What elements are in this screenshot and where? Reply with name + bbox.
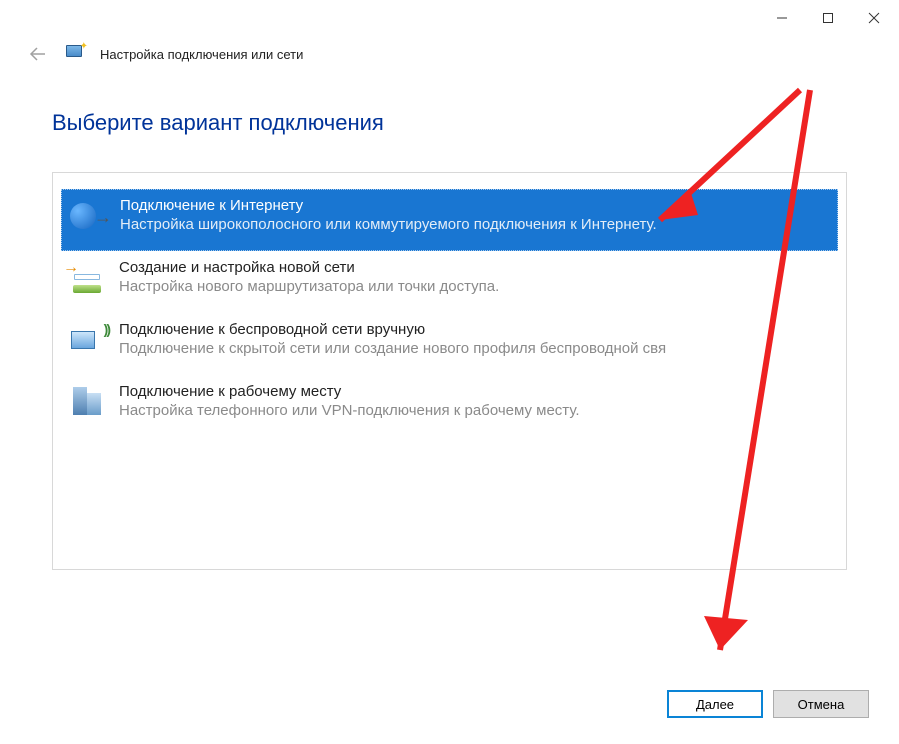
option-desc: Настройка нового маршрутизатора или точк… [119, 278, 830, 295]
option-title: Подключение к беспроводной сети вручную [119, 321, 830, 338]
close-icon [867, 11, 881, 25]
footer: Далее Отмена [0, 672, 899, 744]
next-button[interactable]: Далее [667, 690, 763, 718]
options-list: Подключение к Интернету Настройка широко… [52, 172, 847, 570]
globe-icon [70, 197, 110, 237]
option-workplace[interactable]: Подключение к рабочему месту Настройка т… [59, 375, 840, 437]
wifi-icon [69, 321, 109, 361]
cancel-button[interactable]: Отмена [773, 690, 869, 718]
network-wizard-icon: ✦ [64, 43, 86, 65]
option-text: Подключение к рабочему месту Настройка т… [119, 381, 830, 419]
option-internet-connection[interactable]: Подключение к Интернету Настройка широко… [61, 189, 838, 251]
back-button[interactable] [26, 42, 50, 66]
wizard-window: ✦ Настройка подключения или сети Выберит… [0, 0, 899, 744]
page-heading: Выберите вариант подключения [52, 110, 847, 136]
option-title: Создание и настройка новой сети [119, 259, 830, 276]
option-text: Подключение к беспроводной сети вручную … [119, 319, 830, 357]
maximize-button[interactable] [805, 2, 851, 34]
header-title: Настройка подключения или сети [100, 47, 303, 62]
titlebar [0, 0, 899, 36]
option-text: Создание и настройка новой сети Настройк… [119, 257, 830, 295]
back-arrow-icon [27, 43, 49, 65]
option-desc: Настройка широкополосного или коммутируе… [120, 216, 829, 233]
minimize-button[interactable] [759, 2, 805, 34]
option-desc: Подключение к скрытой сети или создание … [119, 340, 830, 357]
header: ✦ Настройка подключения или сети [0, 36, 899, 80]
maximize-icon [822, 12, 834, 24]
building-icon [69, 383, 109, 423]
option-wireless-manual[interactable]: Подключение к беспроводной сети вручную … [59, 313, 840, 375]
minimize-icon [776, 12, 788, 24]
option-title: Подключение к Интернету [120, 197, 829, 214]
option-text: Подключение к Интернету Настройка широко… [120, 195, 829, 233]
content-area: Выберите вариант подключения Подключение… [0, 80, 899, 672]
option-title: Подключение к рабочему месту [119, 383, 830, 400]
option-new-network[interactable]: Создание и настройка новой сети Настройк… [59, 251, 840, 313]
option-desc: Настройка телефонного или VPN-подключени… [119, 402, 830, 419]
router-icon [69, 259, 109, 299]
close-button[interactable] [851, 2, 897, 34]
